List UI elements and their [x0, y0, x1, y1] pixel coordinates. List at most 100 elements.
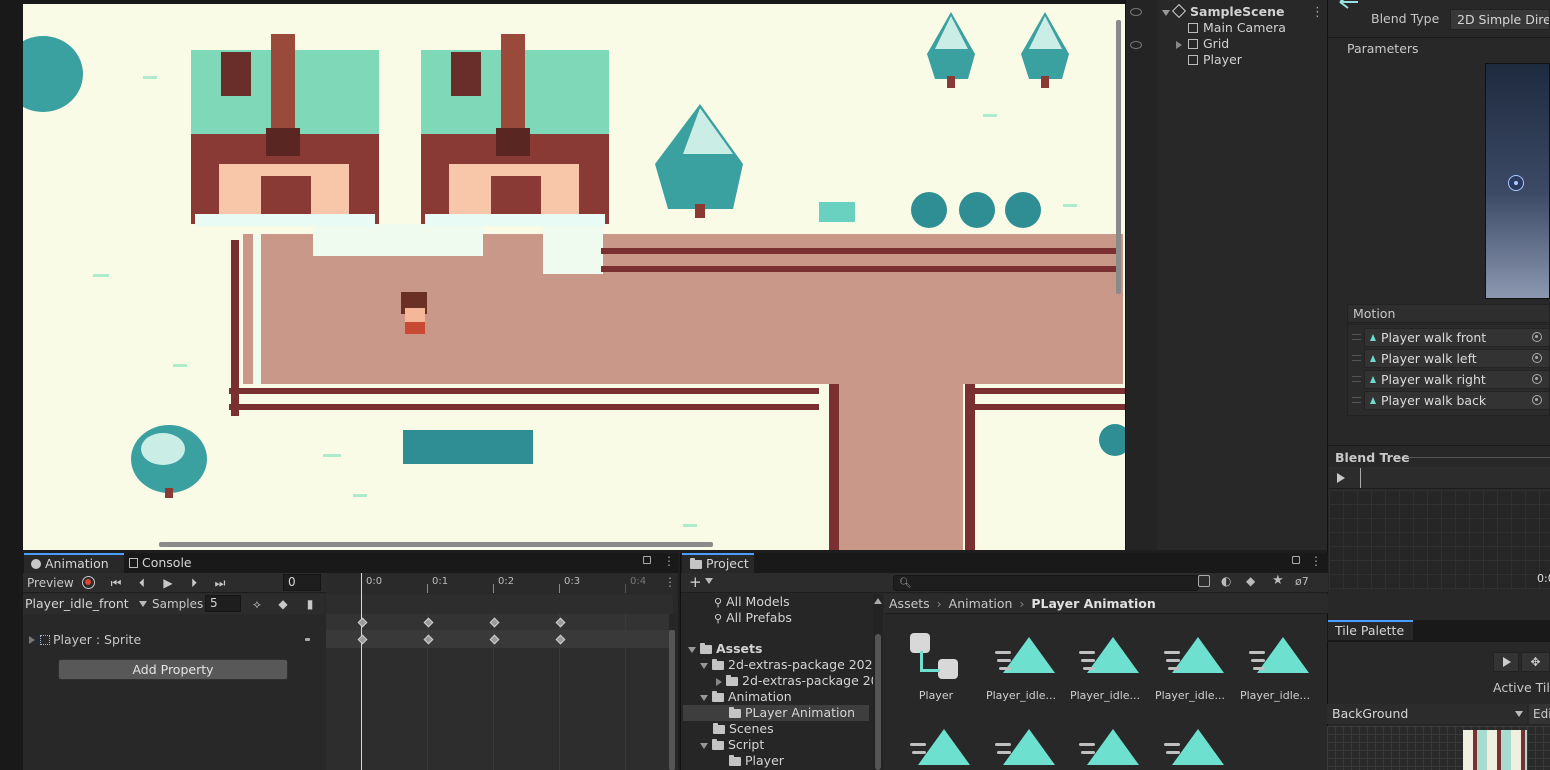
timeline-menu-icon[interactable]: ⋮: [664, 575, 676, 589]
tab-animation[interactable]: Animation: [24, 553, 124, 573]
collapse-arrow-icon[interactable]: [700, 742, 708, 749]
breadcrumb-player-animation[interactable]: PLayer Animation: [1031, 596, 1155, 611]
tree-2d-extras[interactable]: 2d-extras-package 2021: [700, 657, 874, 673]
prev-keyframe-button[interactable]: ⏴: [131, 574, 153, 592]
tree-player[interactable]: Player: [729, 753, 784, 769]
dopesheet-scrollbar[interactable]: [669, 614, 675, 770]
play-icon[interactable]: [1337, 473, 1345, 483]
play-button[interactable]: ▶: [157, 574, 179, 592]
property-options-icon[interactable]: [305, 638, 310, 641]
animator-controller-icon[interactable]: [910, 633, 962, 681]
tree-assets[interactable]: Assets: [688, 641, 762, 657]
blend-point[interactable]: [1508, 175, 1524, 191]
collapse-arrow-icon[interactable]: [700, 662, 708, 669]
hidden-packages-toggle[interactable]: ø7: [1295, 575, 1309, 588]
last-keyframe-button[interactable]: ⏭: [209, 574, 231, 592]
lock-icon[interactable]: [643, 556, 651, 564]
favorite-all-models[interactable]: ⚲ All Models: [714, 594, 790, 610]
tree-scrollbar[interactable]: [873, 594, 883, 770]
move-tool-button[interactable]: ✥: [1521, 652, 1550, 672]
tile-grid[interactable]: [1327, 726, 1550, 770]
drag-handle-icon[interactable]: [1352, 397, 1361, 403]
lock-icon[interactable]: [1292, 556, 1300, 564]
animation-clip-icon[interactable]: [995, 635, 1057, 675]
motion-item-front[interactable]: Player walk front: [1364, 328, 1550, 347]
collapse-arrow-icon[interactable]: [700, 694, 708, 701]
object-picker-icon[interactable]: [1532, 332, 1542, 342]
clip-dropdown[interactable]: Player_idle_front: [25, 595, 147, 613]
tree-script[interactable]: Script: [700, 737, 764, 753]
animation-clip-icon[interactable]: [910, 727, 972, 767]
blend-type-dropdown[interactable]: 2D Simple Direc: [1450, 9, 1550, 30]
add-event-button[interactable]: ▮: [300, 595, 320, 613]
palette-dropdown[interactable]: BackGround: [1327, 704, 1527, 724]
playhead[interactable]: [361, 573, 362, 770]
expand-arrow-icon[interactable]: [29, 636, 35, 644]
record-icon: [85, 579, 91, 585]
divider: [1327, 37, 1550, 38]
section-line: [1407, 457, 1550, 458]
frame-field[interactable]: 0: [283, 574, 321, 591]
hierarchy-item-main-camera[interactable]: Main Camera: [1188, 20, 1286, 36]
select-tool-button[interactable]: [1493, 652, 1519, 672]
tab-tile-palette[interactable]: Tile Palette: [1328, 620, 1413, 640]
collapse-arrow-icon[interactable]: [688, 646, 696, 653]
animation-clip-icon[interactable]: [1079, 635, 1141, 675]
first-keyframe-button[interactable]: ⏮: [105, 574, 127, 592]
breadcrumb-assets[interactable]: Assets: [889, 596, 930, 611]
search-input[interactable]: 🔍︎: [893, 575, 1199, 591]
next-keyframe-button[interactable]: ⏵: [183, 574, 205, 592]
samples-field[interactable]: 5: [205, 595, 241, 612]
blend-graph[interactable]: [1485, 63, 1550, 299]
motion-item-back[interactable]: Player walk back: [1364, 391, 1550, 410]
dopesheet[interactable]: [326, 594, 673, 770]
label-filter-icon[interactable]: ◐: [1221, 574, 1231, 588]
tab-menu-icon[interactable]: ⋮: [663, 554, 675, 568]
tab-project[interactable]: Project: [682, 553, 754, 573]
add-keyframe-button[interactable]: ◆: [273, 595, 293, 613]
breadcrumb-animation[interactable]: Animation: [949, 596, 1013, 611]
add-property-button[interactable]: Add Property: [58, 659, 288, 680]
scene-menu-icon[interactable]: ⋮: [1311, 5, 1324, 20]
drag-handle-icon[interactable]: [1352, 355, 1361, 361]
preview-scrubber[interactable]: [1360, 468, 1361, 488]
animation-clip-icon[interactable]: [1164, 727, 1226, 767]
object-picker-icon[interactable]: [1532, 374, 1542, 384]
hierarchy-item-grid[interactable]: Grid: [1176, 36, 1229, 52]
create-button[interactable]: +: [689, 573, 717, 593]
search-by-type-icon[interactable]: [1198, 575, 1210, 587]
edit-palette-button[interactable]: Edi: [1529, 704, 1550, 724]
record-button[interactable]: [82, 576, 95, 589]
drag-handle-icon[interactable]: [1352, 376, 1361, 382]
snap-button[interactable]: ⟡: [247, 595, 267, 613]
tree-player-animation[interactable]: PLayer Animation: [729, 705, 855, 721]
animation-clip-icon[interactable]: [1249, 635, 1311, 675]
hierarchy-scene-row[interactable]: SampleScene: [1162, 3, 1284, 20]
motion-item-right[interactable]: Player walk right: [1364, 370, 1550, 389]
tab-menu-icon[interactable]: ⋮: [1310, 554, 1322, 568]
drag-handle-icon[interactable]: [1352, 334, 1361, 340]
animation-clip-icon[interactable]: [1164, 635, 1226, 675]
tree-scenes[interactable]: Scenes: [713, 721, 774, 737]
tab-console[interactable]: Console: [129, 553, 209, 573]
motion-item-left[interactable]: Player walk left: [1364, 349, 1550, 368]
hierarchy-item-player[interactable]: Player: [1188, 52, 1242, 68]
tree-animation[interactable]: Animation: [700, 689, 792, 705]
eye-icon[interactable]: [1130, 8, 1142, 16]
animation-clip-icon[interactable]: [995, 727, 1057, 767]
expand-arrow-icon[interactable]: [1176, 40, 1182, 49]
property-row-sprite[interactable]: Player : Sprite: [23, 630, 323, 650]
scene-view[interactable]: [23, 0, 1125, 550]
eye-icon[interactable]: [1130, 41, 1142, 49]
object-picker-icon[interactable]: [1532, 395, 1542, 405]
animation-clip-icon[interactable]: [1079, 727, 1141, 767]
preview-button[interactable]: Preview: [25, 574, 75, 592]
tree-2d-extras-child[interactable]: 2d-extras-package 2021: [716, 673, 874, 689]
favorite-star-icon[interactable]: ★: [1272, 573, 1284, 588]
favorite-all-prefabs[interactable]: ⚲ All Prefabs: [714, 610, 792, 626]
expand-arrow-icon[interactable]: [716, 677, 722, 686]
object-picker-icon[interactable]: [1532, 353, 1542, 363]
tile-thumbnails[interactable]: [1463, 730, 1527, 770]
time-ruler[interactable]: 0:0 0:1 0:2 0:3 0:4: [326, 573, 673, 593]
tag-icon[interactable]: ◆: [1246, 574, 1255, 588]
